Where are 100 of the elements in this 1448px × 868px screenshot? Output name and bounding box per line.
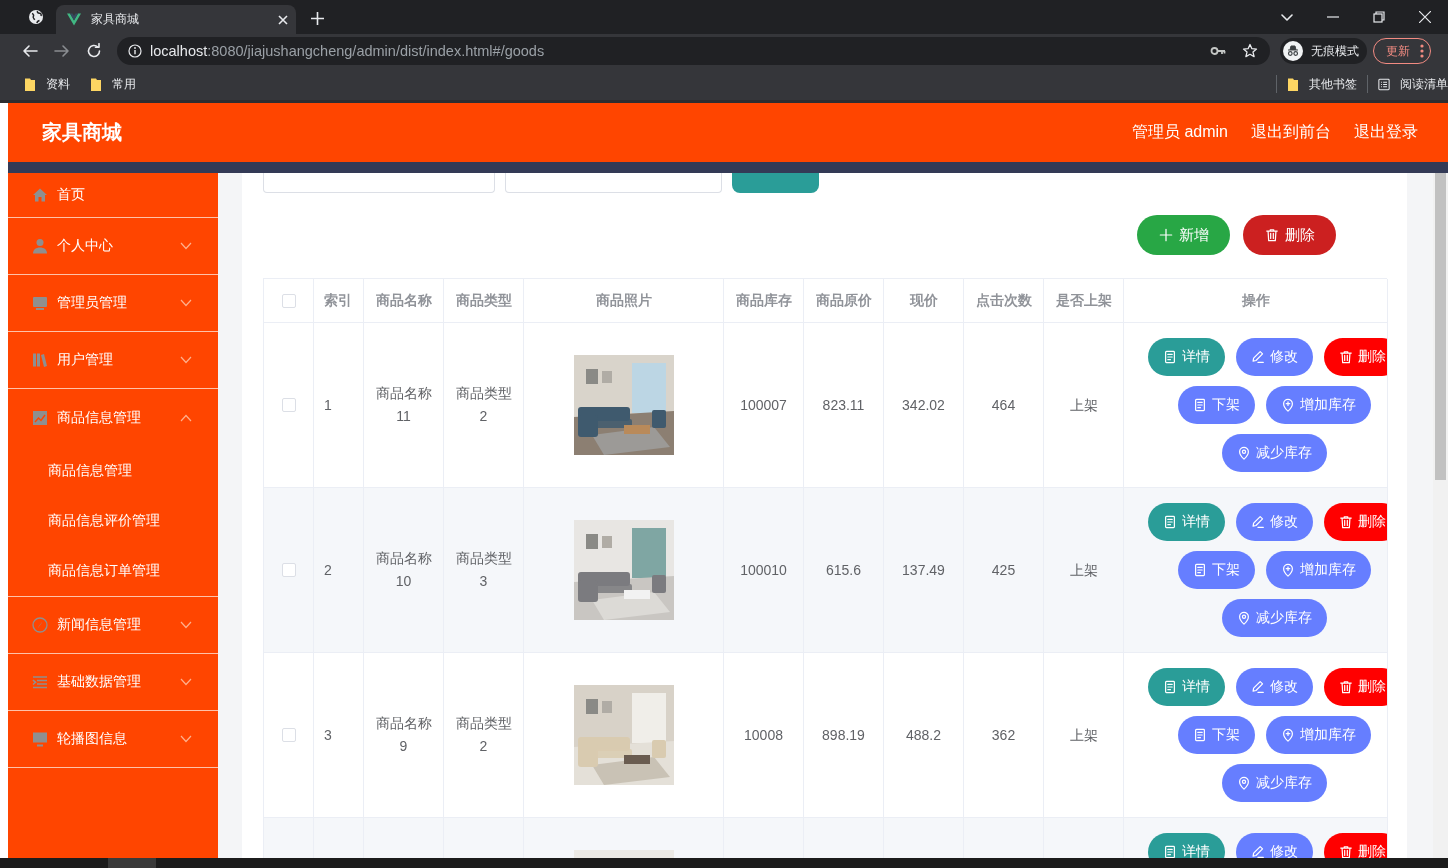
update-button[interactable]: 更新 bbox=[1373, 38, 1431, 64]
folder-icon bbox=[90, 76, 102, 92]
sidebar-subitem[interactable]: 商品信息订单管理 bbox=[8, 546, 218, 596]
browser-tab[interactable]: 家具商城 bbox=[56, 5, 296, 34]
plus-icon bbox=[1158, 228, 1173, 242]
checkbox[interactable] bbox=[281, 293, 296, 308]
sidebar-subitem[interactable]: 商品信息评价管理 bbox=[8, 496, 218, 546]
monitor-icon bbox=[32, 295, 48, 311]
star-icon[interactable] bbox=[1242, 43, 1258, 59]
trash-icon bbox=[1338, 350, 1353, 364]
document-icon bbox=[1162, 515, 1177, 529]
chart-icon bbox=[32, 409, 48, 426]
delete-button[interactable]: 删除 bbox=[1243, 215, 1336, 255]
pin-icon bbox=[1236, 611, 1251, 625]
edit-button[interactable]: 修改 bbox=[1235, 338, 1313, 376]
checkbox[interactable] bbox=[281, 398, 296, 412]
table-cell: 商品名称10 bbox=[364, 488, 444, 653]
document-icon bbox=[1192, 398, 1207, 412]
trash-icon bbox=[1338, 845, 1353, 858]
bookmark[interactable]: 常用 bbox=[90, 75, 136, 93]
reload-icon[interactable] bbox=[86, 43, 102, 59]
action-button[interactable]: 增加库存 bbox=[1265, 716, 1371, 754]
pencil-icon bbox=[1250, 845, 1265, 858]
house-icon bbox=[32, 187, 48, 203]
pencil-icon bbox=[1250, 680, 1265, 694]
back-icon[interactable] bbox=[22, 43, 38, 59]
action-button[interactable]: 下架 bbox=[1177, 551, 1255, 589]
delete-button[interactable]: 删除 bbox=[1323, 668, 1387, 706]
edit-button[interactable]: 修改 bbox=[1235, 503, 1313, 541]
action-button[interactable]: 下架 bbox=[1177, 716, 1255, 754]
detail-button[interactable]: 详情 bbox=[1147, 668, 1225, 706]
forward-icon[interactable] bbox=[54, 43, 70, 59]
document-icon bbox=[1162, 680, 1177, 694]
v-logo-icon bbox=[67, 13, 81, 26]
action-button[interactable]: 增加库存 bbox=[1265, 386, 1371, 424]
action-button[interactable]: 增加库存 bbox=[1265, 551, 1371, 589]
app-title: 家具商城 bbox=[42, 120, 122, 145]
table-cell: 商品类型3 bbox=[444, 488, 524, 653]
books-icon bbox=[32, 352, 48, 368]
header-link[interactable]: 管理员 admin bbox=[1131, 122, 1228, 143]
document-icon bbox=[1162, 845, 1177, 858]
column-header: 商品名称 bbox=[364, 279, 444, 323]
table-cell: 2 bbox=[314, 488, 364, 653]
url-text: localhost:8080/jiajushangcheng/admin/dist/index.html#/goods bbox=[150, 43, 545, 59]
table-cell: 100010 bbox=[724, 488, 804, 653]
delete-button[interactable]: 删除 bbox=[1323, 338, 1387, 376]
profile-button[interactable]: 无痕模式 bbox=[1280, 38, 1367, 64]
folder-icon bbox=[1287, 76, 1299, 92]
trash-icon bbox=[1264, 228, 1279, 242]
info-icon[interactable] bbox=[128, 44, 142, 58]
checkbox[interactable] bbox=[281, 563, 296, 577]
close-icon[interactable] bbox=[278, 14, 288, 25]
address-bar[interactable]: localhost:8080/jiajushangcheng/admin/dist/index.html#/goods bbox=[117, 37, 1270, 65]
delete-button[interactable]: 删除 bbox=[1323, 503, 1387, 541]
action-button[interactable]: 减少库存 bbox=[1221, 434, 1327, 472]
add-button[interactable]: 新增 bbox=[1137, 215, 1230, 255]
sidebar-subitem[interactable]: 商品信息管理 bbox=[8, 446, 218, 496]
detail-button[interactable]: 详情 bbox=[1147, 503, 1225, 541]
search-field[interactable] bbox=[263, 173, 495, 193]
table-cell: 上架 bbox=[1044, 488, 1124, 653]
action-button[interactable]: 减少库存 bbox=[1221, 599, 1327, 637]
chevron-down-icon[interactable] bbox=[1281, 11, 1293, 23]
list-icon bbox=[1378, 76, 1390, 92]
bookmark[interactable]: 阅读清单 bbox=[1378, 75, 1448, 93]
column-header: 点击次数 bbox=[964, 279, 1044, 323]
action-button[interactable]: 减少库存 bbox=[1221, 764, 1327, 802]
sidebar-item[interactable]: 商品信息管理 bbox=[8, 389, 218, 446]
pin-plus-icon bbox=[1280, 563, 1295, 577]
list-icon bbox=[32, 674, 48, 690]
monitor-icon bbox=[32, 731, 48, 747]
detail-button[interactable]: 详情 bbox=[1147, 833, 1225, 858]
document-icon bbox=[1192, 728, 1207, 742]
edit-button[interactable]: 修改 bbox=[1235, 668, 1313, 706]
plus-icon[interactable] bbox=[311, 12, 324, 25]
edit-button[interactable]: 修改 bbox=[1235, 833, 1313, 858]
table-cell: 615.6 bbox=[804, 488, 884, 653]
close-icon[interactable] bbox=[1419, 11, 1431, 23]
bookmark[interactable]: 其他书签 bbox=[1287, 75, 1357, 93]
header-link[interactable]: 退出登录 bbox=[1354, 122, 1418, 143]
document-icon bbox=[1162, 350, 1177, 364]
column-header: 是否上架 bbox=[1044, 279, 1124, 323]
column-header: 商品类型 bbox=[444, 279, 524, 323]
column-header: 操作 bbox=[1124, 279, 1388, 323]
folder-icon bbox=[24, 76, 36, 92]
header-link[interactable]: 退出到前台 bbox=[1251, 122, 1331, 143]
globe-icon[interactable] bbox=[28, 9, 44, 25]
action-button[interactable]: 下架 bbox=[1177, 386, 1255, 424]
bookmark[interactable]: 资料 bbox=[24, 75, 70, 93]
pin-plus-icon bbox=[1280, 728, 1295, 742]
column-header: 商品库存 bbox=[724, 279, 804, 323]
table-cell: 425 bbox=[964, 488, 1044, 653]
restore-icon[interactable] bbox=[1373, 11, 1385, 23]
column-header: 现价 bbox=[884, 279, 964, 323]
pin-plus-icon bbox=[1280, 398, 1295, 412]
delete-button[interactable]: 删除 bbox=[1323, 833, 1387, 858]
document-icon bbox=[1192, 563, 1207, 577]
pin-icon bbox=[1236, 446, 1251, 460]
scrollbar[interactable] bbox=[1433, 173, 1448, 858]
detail-button[interactable]: 详情 bbox=[1147, 338, 1225, 376]
checkbox[interactable] bbox=[281, 728, 296, 742]
